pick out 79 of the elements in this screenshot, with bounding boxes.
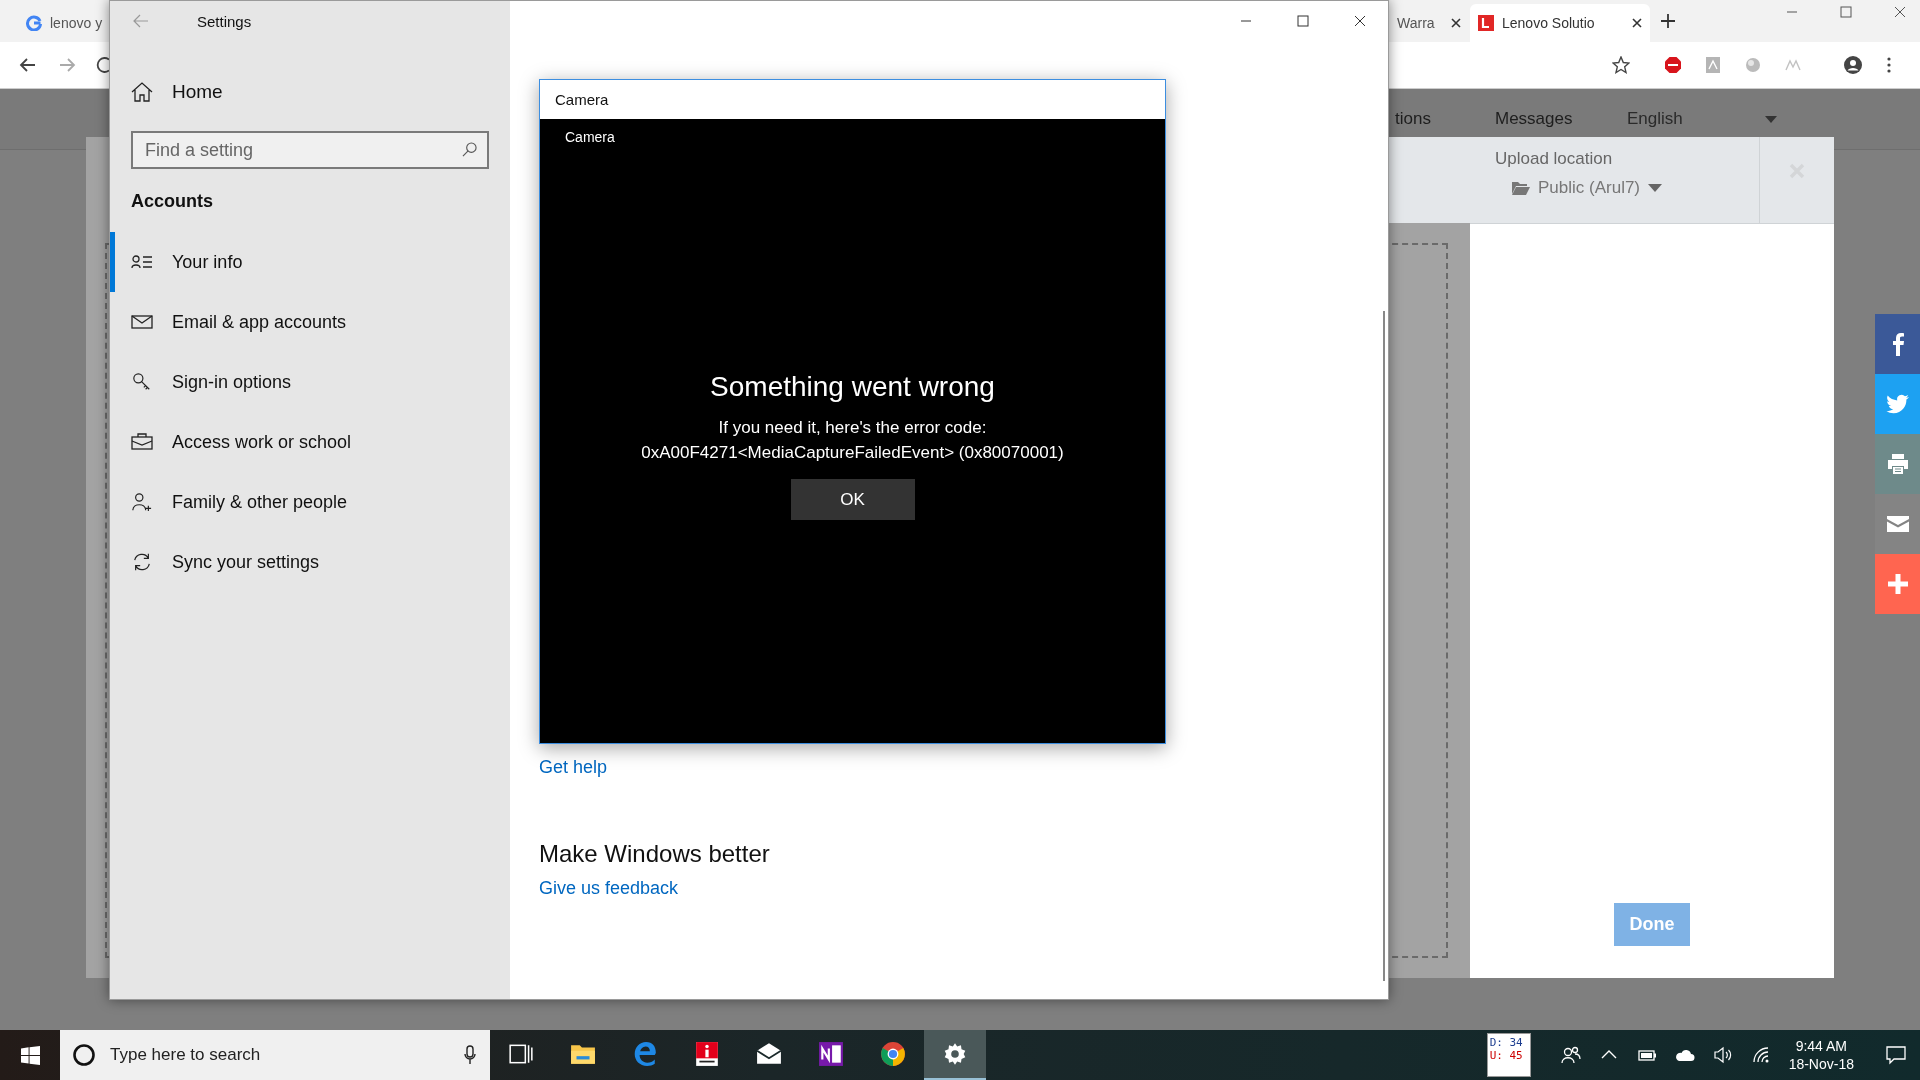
ok-button[interactable]: OK xyxy=(790,479,915,520)
help-link[interactable]: Get help xyxy=(539,757,770,778)
nav-item[interactable]: Family & other people xyxy=(110,472,510,532)
share-button[interactable] xyxy=(1875,554,1920,614)
bird-icon xyxy=(1885,392,1910,416)
nav-link[interactable]: tions xyxy=(1395,109,1431,129)
caret-icon xyxy=(1765,115,1777,123)
clock[interactable]: 9:44 AM 18-Nov-18 xyxy=(1788,1037,1854,1073)
close-icon[interactable] xyxy=(1451,18,1461,28)
feedback-link[interactable]: Give us feedback xyxy=(539,878,770,899)
profile-icon[interactable] xyxy=(1843,55,1863,75)
share-button[interactable] xyxy=(1875,494,1920,554)
location-dropdown[interactable]: Public (Arul7) xyxy=(1512,178,1663,198)
nav-item[interactable]: Email & app accounts xyxy=(110,292,510,352)
browser-tab[interactable]: Warra xyxy=(1389,4,1469,42)
home-icon xyxy=(131,82,153,102)
app-logo-icon xyxy=(694,1041,720,1067)
back-icon[interactable] xyxy=(19,56,37,74)
error-code: 0xA00F4271<MediaCaptureFailedEvent> (0x80070001) xyxy=(641,442,1064,464)
microphone-icon xyxy=(464,1045,476,1065)
new-tab-icon[interactable] xyxy=(1661,14,1675,28)
close-icon[interactable] xyxy=(1354,15,1366,27)
logo-icon xyxy=(1478,15,1494,31)
window-title: Camera xyxy=(555,91,609,108)
section-heading: Make Windows better xyxy=(539,840,770,868)
cortana-icon xyxy=(72,1043,96,1067)
logo-icon xyxy=(26,15,42,31)
edge-icon xyxy=(632,1041,658,1067)
stop-sign-icon[interactable] xyxy=(1664,56,1682,74)
speaker-icon[interactable] xyxy=(1712,1045,1733,1065)
nav-item[interactable]: Sign-in options xyxy=(110,352,510,412)
maximize-icon[interactable] xyxy=(1297,15,1309,27)
close-icon[interactable] xyxy=(1632,18,1642,28)
time: 9:44 AM xyxy=(1795,1037,1847,1055)
home-link[interactable]: Home xyxy=(110,72,510,112)
upload-location-label: Upload location xyxy=(1495,149,1614,169)
caret-icon xyxy=(1648,184,1663,192)
printer-icon xyxy=(1885,452,1910,476)
menu-icon[interactable] xyxy=(1886,56,1892,74)
share-button[interactable] xyxy=(1875,434,1920,494)
upload-reading: U: 45 xyxy=(1489,1049,1524,1062)
close-icon[interactable] xyxy=(1894,6,1906,18)
scrollbar[interactable] xyxy=(1383,311,1385,981)
envelope-icon xyxy=(756,1041,782,1067)
sync-icon xyxy=(131,552,153,572)
taskbar-search-field[interactable]: Type here to search xyxy=(60,1030,490,1080)
error-heading: Something went wrong xyxy=(710,371,995,403)
envelope-icon xyxy=(131,312,153,332)
folder-icon xyxy=(1512,181,1530,195)
network-meter[interactable]: D: 34 U: 45 xyxy=(1486,1033,1531,1077)
chrome-icon xyxy=(880,1041,906,1067)
briefcase-icon xyxy=(131,432,153,452)
share-button[interactable] xyxy=(1875,314,1920,374)
wifi-icon[interactable] xyxy=(1750,1045,1771,1065)
search-icon xyxy=(462,142,477,157)
star-icon[interactable] xyxy=(1612,56,1630,74)
error-message: If you need it, here's the error code: xyxy=(718,417,987,439)
date: 18-Nov-18 xyxy=(1788,1055,1854,1073)
browser-tab[interactable]: lenovo y xyxy=(18,4,109,42)
nav-item[interactable]: Access work or school xyxy=(110,412,510,472)
section-heading: Accounts xyxy=(131,191,214,212)
nav-item[interactable]: Sync your settings xyxy=(110,532,510,592)
gear-icon xyxy=(942,1041,968,1067)
app-title: Camera xyxy=(565,129,615,145)
windows-logo-icon xyxy=(20,1045,40,1065)
browser-tab[interactable]: Lenovo Solutio xyxy=(1470,4,1650,42)
notebook-icon xyxy=(818,1041,844,1067)
search-field[interactable]: Find a setting xyxy=(131,131,489,169)
taskbar-app[interactable] xyxy=(924,1030,986,1080)
person-add-icon xyxy=(131,492,153,512)
download-reading: D: 34 xyxy=(1489,1036,1524,1049)
plus-icon xyxy=(1885,572,1910,596)
maximize-icon[interactable] xyxy=(1840,6,1852,18)
window-title: Settings xyxy=(197,12,252,30)
people-icon[interactable] xyxy=(1560,1045,1581,1065)
nav-link[interactable]: Messages xyxy=(1495,109,1573,129)
notification-icon[interactable] xyxy=(1886,1045,1906,1065)
share-button[interactable] xyxy=(1875,374,1920,434)
reload-icon[interactable] xyxy=(96,56,109,74)
